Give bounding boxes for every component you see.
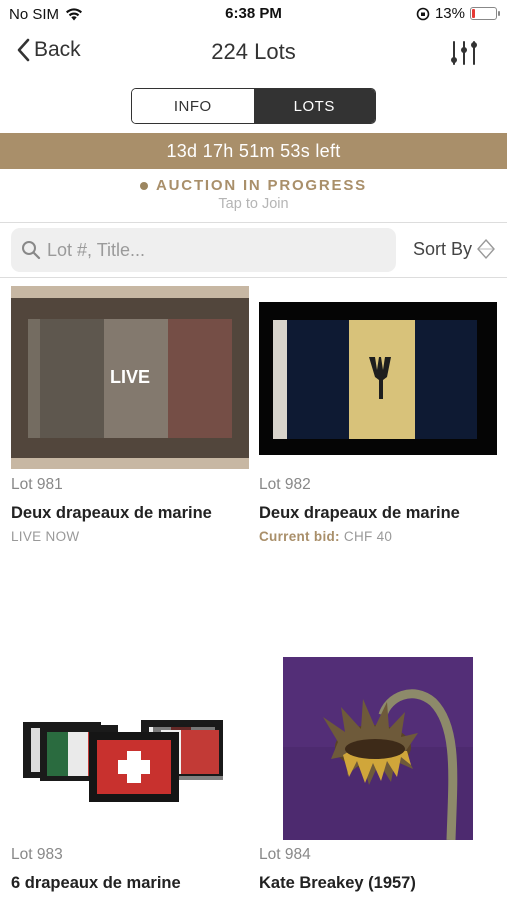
countdown-text: 13d 17h 51m 53s left: [166, 140, 341, 161]
view-segmented-control: INFO LOTS: [131, 88, 376, 124]
battery-fill: [472, 9, 475, 18]
battery-percent: 13%: [434, 5, 465, 22]
lot-card[interactable]: Lot 984 Kate Breakey (1957): [259, 650, 497, 900]
live-badge-label: LIVE: [109, 367, 150, 387]
lot-status: LIVE NOW: [11, 529, 80, 544]
framed-flags-image: [23, 720, 223, 802]
lot-number: Lot 983: [11, 846, 63, 863]
sort-diamond-icon: [477, 238, 495, 260]
lot-card[interactable]: Lot 982 Deux drapeaux de marine Current …: [259, 286, 497, 556]
lot-number: Lot 981: [11, 476, 63, 493]
orientation-lock-icon: [416, 7, 430, 20]
search-bar[interactable]: [11, 228, 396, 272]
lot-image: [259, 302, 497, 455]
page-title: 224 Lots: [211, 39, 296, 64]
auction-status-text: AUCTION IN PROGRESS: [156, 177, 367, 194]
search-icon: [22, 241, 41, 260]
battery-icon: [470, 7, 500, 20]
tab-info[interactable]: INFO: [132, 89, 254, 123]
lot-number: Lot 984: [259, 846, 311, 863]
sunflower-photo-image: [283, 657, 473, 840]
lot-image: [11, 710, 249, 840]
lot-title: Deux drapeaux de marine: [259, 504, 460, 522]
sort-label: Sort By: [413, 238, 473, 259]
lot-card[interactable]: LIVE Lot 981 Deux drapeaux de marine LIV…: [11, 286, 249, 556]
flag-image: [259, 302, 497, 455]
countdown-banner: 13d 17h 51m 53s left: [0, 133, 507, 169]
filter-button[interactable]: [447, 36, 481, 70]
battery-status: 13%: [416, 5, 500, 22]
current-bid-value: CHF 40: [343, 529, 393, 544]
lot-image: [283, 657, 473, 840]
lot-title: Kate Breakey (1957): [259, 874, 416, 892]
tab-lots[interactable]: LOTS: [253, 89, 375, 123]
auction-status-line: AUCTION IN PROGRESS: [0, 177, 507, 194]
sliders-icon: [451, 41, 477, 65]
status-dot-icon: [140, 181, 149, 190]
lot-image: LIVE: [11, 286, 249, 469]
lot-title: 6 drapeaux de marine: [11, 874, 181, 892]
live-badge: LIVE: [11, 286, 249, 469]
current-bid-label: Current bid:: [259, 529, 340, 544]
status-bar: No SIM 6:38 PM 13%: [0, 0, 507, 28]
current-bid: Current bid: CHF 40: [259, 529, 392, 544]
divider: [0, 277, 507, 278]
join-auction-link[interactable]: Tap to Join: [0, 196, 507, 212]
auction-status-banner[interactable]: AUCTION IN PROGRESS Tap to Join: [0, 177, 507, 212]
navigation-bar: Back 224 Lots: [0, 30, 507, 76]
lot-card[interactable]: Lot 983 6 drapeaux de marine: [11, 650, 249, 900]
lot-number: Lot 982: [259, 476, 311, 493]
search-input[interactable]: [47, 239, 377, 261]
sort-button[interactable]: Sort By: [413, 238, 496, 260]
divider: [0, 222, 507, 223]
lot-title: Deux drapeaux de marine: [11, 504, 212, 522]
